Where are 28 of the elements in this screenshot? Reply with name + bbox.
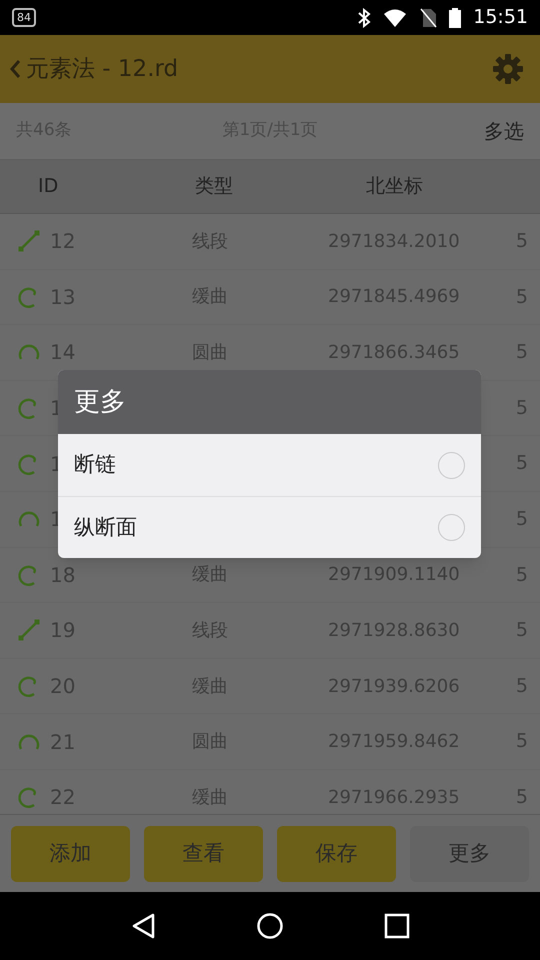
no-sim-icon <box>419 8 438 28</box>
multi-select-button[interactable]: 多选 <box>374 116 524 146</box>
back-button[interactable]: 元素法 - 12.rd <box>8 52 178 86</box>
radio-button[interactable] <box>438 514 465 541</box>
home-nav-icon[interactable] <box>256 912 284 940</box>
dialog-option[interactable]: 纵断面 <box>58 496 481 558</box>
action-button[interactable]: 更多 <box>410 826 529 882</box>
dialog-title: 更多 <box>74 386 126 418</box>
line-segment-icon <box>17 229 41 254</box>
notification-badge: 84 <box>12 8 36 27</box>
line-segment-icon <box>17 618 41 642</box>
option-label: 断链 <box>74 451 117 478</box>
column-header: ID <box>37 174 60 200</box>
radio-button[interactable] <box>438 452 465 478</box>
column-header: 类型 <box>194 174 234 200</box>
action-button[interactable]: 查看 <box>144 826 263 882</box>
bluetooth-icon <box>357 8 372 28</box>
dialog-option[interactable]: 断链 <box>58 434 481 496</box>
action-button[interactable]: 添加 <box>11 826 130 882</box>
action-button[interactable]: 保存 <box>277 826 396 882</box>
option-label: 纵断面 <box>74 514 138 541</box>
back-nav-icon[interactable] <box>130 912 156 940</box>
clock: 15:51 <box>473 5 528 30</box>
back-chevron-icon <box>8 58 22 80</box>
recents-nav-icon[interactable] <box>384 913 410 939</box>
column-header: 北坐标 <box>365 174 423 200</box>
battery-icon <box>449 8 462 28</box>
wifi-icon <box>383 8 408 28</box>
